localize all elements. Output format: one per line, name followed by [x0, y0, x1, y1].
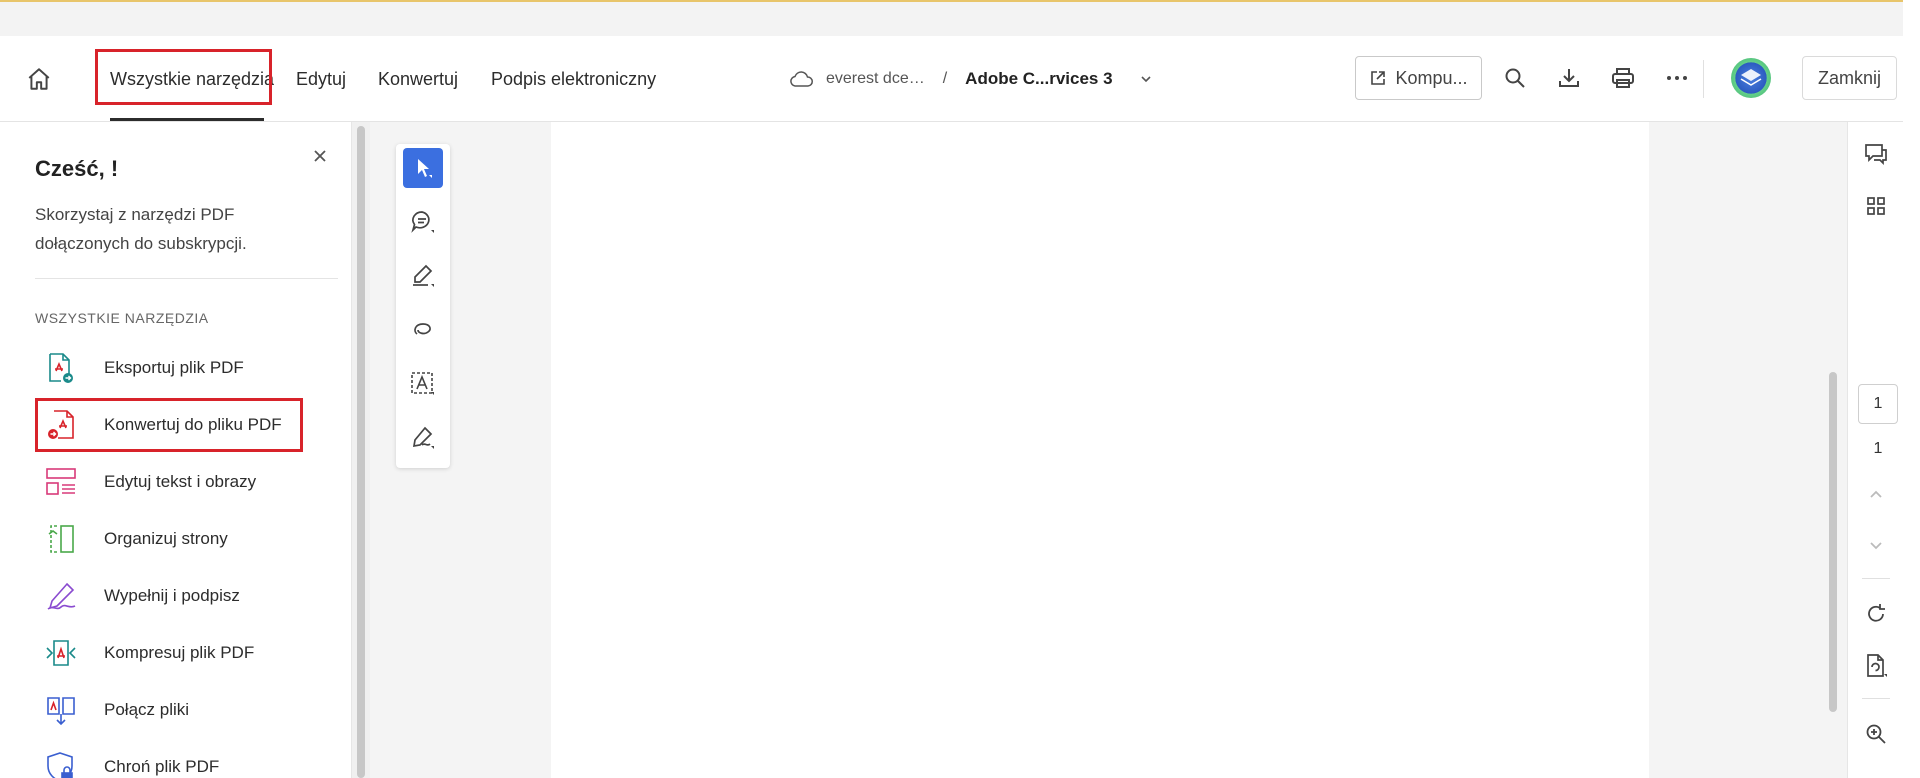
chevron-up-icon — [1870, 490, 1882, 498]
tab-e-signature[interactable]: Podpis elektroniczny — [491, 62, 656, 96]
tool-label: Kompresuj plik PDF — [104, 643, 255, 662]
combine-files-icon — [43, 692, 79, 728]
next-page-button[interactable] — [1858, 528, 1894, 564]
open-in-desktop-button[interactable]: Kompu... — [1355, 56, 1482, 100]
comments-icon — [1865, 144, 1887, 166]
open-external-icon — [1371, 71, 1386, 85]
fill-sign-icon — [43, 578, 79, 614]
tool-compress-pdf[interactable]: Kompresuj plik PDF — [35, 631, 335, 675]
print-icon — [1612, 68, 1634, 88]
window-edge — [1903, 0, 1920, 778]
comment-tool-button[interactable] — [403, 202, 443, 242]
comment-icon — [411, 211, 434, 233]
page-extract-icon — [1867, 654, 1887, 677]
compress-pdf-icon — [43, 635, 79, 671]
download-icon — [1559, 69, 1579, 87]
cloud-location[interactable]: everest dce… — [826, 70, 925, 88]
search-icon — [1505, 68, 1525, 88]
tool-label: Wypełnij i podpisz — [104, 586, 240, 605]
quick-tools-bar — [396, 144, 450, 468]
open-button-label: Kompu... — [1395, 67, 1468, 88]
close-icon — [314, 150, 326, 162]
panel-scrollbar[interactable] — [352, 122, 370, 778]
panel-divider — [35, 278, 338, 279]
tool-label: Połącz pliki — [104, 700, 190, 719]
cloud-icon — [790, 71, 813, 87]
edit-text-icon — [43, 464, 79, 500]
organize-pages-icon — [43, 521, 79, 557]
section-label: WSZYSTKIE NARZĘDZIA — [35, 310, 209, 326]
pdf-page[interactable] — [551, 122, 1649, 778]
highlight-box-all-tools — [95, 49, 272, 105]
sign-tool-button[interactable] — [403, 418, 443, 458]
page-tools-button[interactable] — [1858, 648, 1894, 684]
grid-icon — [1867, 197, 1885, 215]
rail-divider — [1862, 698, 1890, 699]
print-button[interactable] — [1605, 60, 1641, 96]
search-button[interactable] — [1497, 60, 1533, 96]
tool-protect-pdf[interactable]: Chroń plik PDF — [35, 745, 335, 778]
draw-tool-button[interactable] — [403, 310, 443, 350]
close-panel-button[interactable] — [306, 142, 334, 170]
panel-scrollbar-thumb[interactable] — [357, 126, 365, 778]
chevron-down-icon — [1870, 542, 1882, 550]
tool-label: Edytuj tekst i obrazy — [104, 472, 257, 491]
protect-pdf-icon — [43, 749, 79, 778]
layers-icon — [1740, 69, 1762, 86]
path-separator: / — [942, 70, 948, 87]
zoom-in-icon — [1866, 724, 1886, 744]
app-toolbar: Wszystkie narzędzia Edytuj Konwertuj Pod… — [0, 36, 1903, 122]
more-icon — [1667, 76, 1687, 80]
cursor-icon — [418, 159, 432, 178]
thumbnails-button[interactable] — [1858, 188, 1894, 224]
tab-edit[interactable]: Edytuj — [296, 62, 346, 96]
tool-label: Chroń plik PDF — [104, 757, 220, 776]
home-icon — [28, 68, 50, 90]
more-options-button[interactable] — [1659, 60, 1695, 96]
panel-subtext: Skorzystaj z narzędzi PDF dołączonych do… — [35, 205, 247, 253]
rotate-button[interactable] — [1858, 596, 1894, 632]
chevron-down-icon[interactable] — [1139, 72, 1153, 86]
rail-divider — [1862, 578, 1890, 579]
current-page-input[interactable]: 1 — [1858, 384, 1898, 424]
tool-fill-sign[interactable]: Wypełnij i podpisz — [35, 574, 335, 618]
tool-label: Organizuj strony — [104, 529, 228, 548]
active-tab-indicator — [110, 118, 264, 121]
previous-page-button[interactable] — [1858, 476, 1894, 512]
close-button[interactable]: Zamknij — [1802, 56, 1897, 100]
select-tool-button[interactable] — [403, 148, 443, 188]
tool-label: Eksportuj plik PDF — [104, 358, 244, 377]
highlight-tool-button[interactable] — [403, 256, 443, 296]
canvas-scrollbar-thumb[interactable] — [1829, 372, 1837, 712]
total-pages: 1 — [1873, 440, 1883, 457]
tool-organize-pages[interactable]: Organizuj strony — [35, 517, 335, 561]
home-button[interactable] — [22, 62, 56, 96]
highlight-box-convert-to-pdf — [35, 398, 303, 452]
tool-export-pdf[interactable]: Eksportuj plik PDF — [35, 346, 335, 390]
avatar[interactable] — [1731, 58, 1771, 98]
tab-convert[interactable]: Konwertuj — [378, 62, 458, 96]
right-rail: 1 1 — [1847, 122, 1903, 778]
rotate-icon — [1868, 604, 1885, 622]
comments-panel-button[interactable] — [1858, 136, 1894, 172]
text-tool-button[interactable] — [403, 364, 443, 404]
pen-sign-icon — [412, 426, 434, 449]
tool-edit-text-images[interactable]: Edytuj tekst i obrazy — [35, 460, 335, 504]
zoom-in-button[interactable] — [1858, 716, 1894, 752]
toolbar-divider — [1703, 60, 1704, 98]
tool-combine-files[interactable]: Połącz pliki — [35, 688, 335, 732]
browser-top-strip — [0, 0, 1920, 36]
text-box-icon — [411, 372, 434, 395]
breadcrumb: everest dce… / Adobe C...rvices 3 — [788, 62, 1153, 96]
panel-greeting: Cześć, ! — [35, 156, 119, 181]
lasso-icon — [414, 323, 431, 335]
document-name[interactable]: Adobe C...rvices 3 — [965, 69, 1112, 89]
download-button[interactable] — [1551, 60, 1587, 96]
highlighter-icon — [413, 264, 434, 287]
export-pdf-icon — [43, 350, 79, 386]
